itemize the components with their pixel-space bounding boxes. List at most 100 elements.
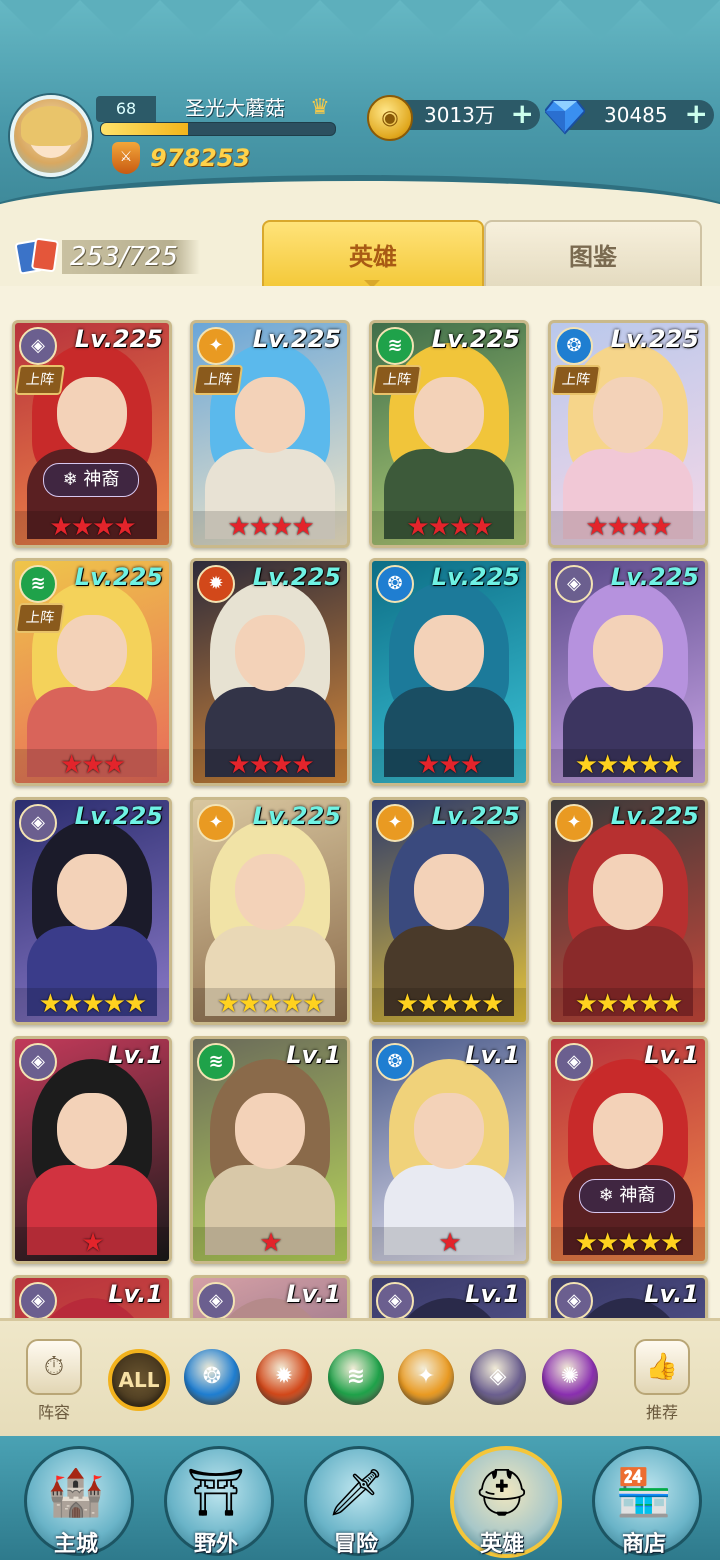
add-gold-button[interactable]: + <box>511 99 534 129</box>
element-nature-icon: ≋ <box>197 1043 235 1081</box>
star-icon: ★ <box>480 989 504 1019</box>
star-rating: ★★★ <box>372 751 526 779</box>
nav-castle[interactable]: 🏰 主城 <box>20 1444 134 1557</box>
hero-card[interactable]: ✦ Lv.225 ★★★★★ <box>548 797 708 1025</box>
star-icon: ★ <box>606 512 630 542</box>
star-icon: ★ <box>81 1228 104 1258</box>
star-rating: ★★★★ <box>372 513 526 541</box>
star-icon: ★ <box>102 989 126 1019</box>
star-icon: ★ <box>617 1228 640 1258</box>
hero-card[interactable]: ◈ Lv.225 ★★★★★ <box>12 797 172 1025</box>
hero-level: Lv.225 <box>252 325 341 353</box>
star-rating: ★★★★★ <box>551 751 705 779</box>
filter-all-button[interactable]: ALL <box>108 1349 170 1411</box>
hero-card[interactable]: ≋ Lv.1 ★ <box>190 1036 350 1264</box>
star-rating: ★★★★★ <box>372 990 526 1018</box>
nav-shop[interactable]: 🏪 商店 <box>588 1444 702 1557</box>
hero-card[interactable]: ◈ Lv.1 <box>369 1275 529 1318</box>
nav-portal[interactable]: ⛩ 野外 <box>160 1444 274 1557</box>
divine-badge: ❄ 神裔 <box>43 463 139 497</box>
star-icon: ★ <box>459 989 483 1019</box>
deployed-badge: 上阵 <box>15 365 66 395</box>
hero-level: Lv.1 <box>465 1041 520 1069</box>
star-icon: ★ <box>574 750 598 780</box>
star-icon: ★ <box>81 750 104 780</box>
filter-water-button[interactable]: ❂ <box>184 1349 240 1405</box>
hero-card[interactable]: ◈ Lv.1 <box>12 1275 172 1318</box>
filter-light-button[interactable]: ✦ <box>398 1349 454 1405</box>
hero-card[interactable]: ≋ Lv.225 上阵 ★★★ <box>12 558 172 786</box>
star-icon: ★ <box>92 512 115 542</box>
filter-fire-button[interactable]: ✹ <box>256 1349 312 1405</box>
xp-bar-fill <box>101 123 188 135</box>
star-rating: ★★★★ <box>15 513 169 541</box>
tab-heroes[interactable]: 英雄 <box>262 220 484 286</box>
star-rating: ★★★★★ <box>193 990 347 1018</box>
hero-level: Lv.225 <box>610 802 699 830</box>
hero-card[interactable]: ❂ Lv.225 上阵 ★★★★ <box>548 320 708 548</box>
recommend-label: 推荐 <box>645 1403 678 1422</box>
lineup-button[interactable]: ⏱ 阵容 <box>22 1339 86 1423</box>
hero-card[interactable]: ✹ Lv.225 ★★★★ <box>190 558 350 786</box>
star-icon: ★ <box>617 750 640 780</box>
add-diamond-button[interactable]: + <box>685 99 708 129</box>
player-avatar[interactable] <box>10 95 92 177</box>
diamond-amount: 30485 <box>604 103 668 127</box>
gold-amount: 3013万 <box>424 103 495 127</box>
element-light-icon: ✦ <box>555 804 593 842</box>
hero-level: Lv.225 <box>431 325 520 353</box>
filter-void-button[interactable]: ◈ <box>470 1349 526 1405</box>
element-void-icon: ◈ <box>376 1282 414 1318</box>
deployed-badge: 上阵 <box>193 365 244 395</box>
hero-card[interactable]: ✦ Lv.225 ★★★★★ <box>190 797 350 1025</box>
star-icon: ★ <box>259 989 282 1019</box>
star-icon: ★ <box>70 512 94 542</box>
combat-power: 978253 <box>150 144 251 172</box>
nav-label: 冒险 <box>333 1532 378 1557</box>
star-rating: ★★★ <box>15 751 169 779</box>
top-header: 68 圣光大蘑菇 ♛ ⚔ 978253 3013万 + ◉ 30485 + <box>0 0 720 215</box>
star-icon: ★ <box>459 750 483 780</box>
lineup-label: 阵容 <box>37 1403 70 1422</box>
star-rating: ★★★★ <box>193 751 347 779</box>
star-rating: ★ <box>193 1229 347 1257</box>
star-icon: ★ <box>291 512 314 542</box>
hero-level: Lv.225 <box>252 563 341 591</box>
hero-level: Lv.1 <box>108 1280 163 1308</box>
star-icon: ★ <box>227 512 250 542</box>
element-light-icon: ✦ <box>376 804 414 842</box>
hero-level: Lv.1 <box>286 1280 341 1308</box>
filter-shadow-button[interactable]: ✺ <box>542 1349 598 1405</box>
avatar-portrait <box>21 106 81 158</box>
element-fire-icon: ✹ <box>197 565 235 603</box>
deployed-badge: 上阵 <box>551 365 602 395</box>
nav-knight-helmet[interactable]: ⛑ 英雄 <box>446 1444 562 1558</box>
element-void-icon: ◈ <box>555 1282 593 1318</box>
filter-nature-button[interactable]: ≋ <box>328 1349 384 1405</box>
hero-card[interactable]: ❂ Lv.1 ★ <box>369 1036 529 1264</box>
tab-codex[interactable]: 图鉴 <box>484 220 702 286</box>
star-icon: ★ <box>649 512 672 542</box>
element-nature-icon: ≋ <box>19 565 57 603</box>
star-icon: ★ <box>417 750 440 780</box>
star-icon: ★ <box>449 512 472 542</box>
element-light-icon: ✦ <box>197 327 235 365</box>
hero-card[interactable]: ◈ Lv.1 <box>190 1275 350 1318</box>
nav-label: 商店 <box>621 1532 666 1557</box>
hero-card[interactable]: ◈ Lv.1 ❄ 神裔 ★★★★★ <box>548 1036 708 1264</box>
nav-sword[interactable]: 🗡 冒险 <box>300 1444 414 1557</box>
star-icon: ★ <box>227 750 250 780</box>
hero-card[interactable]: ✦ Lv.225 上阵 ★★★★ <box>190 320 350 548</box>
element-void-icon: ◈ <box>19 1043 57 1081</box>
recommend-button[interactable]: 👍 推荐 <box>630 1339 694 1423</box>
star-icon: ★ <box>280 989 304 1019</box>
hero-card[interactable]: ≋ Lv.225 上阵 ★★★★ <box>369 320 529 548</box>
hero-card[interactable]: ◈ Lv.225 ★★★★★ <box>548 558 708 786</box>
hero-card[interactable]: ❂ Lv.225 ★★★ <box>369 558 529 786</box>
hero-card[interactable]: ◈ Lv.1 <box>548 1275 708 1318</box>
hero-card[interactable]: ✦ Lv.225 ★★★★★ <box>369 797 529 1025</box>
hero-card[interactable]: ◈ Lv.1 ★ <box>12 1036 172 1264</box>
star-icon: ★ <box>216 989 240 1019</box>
hero-card[interactable]: ◈ Lv.225 上阵 ❄ 神裔 ★★★★ <box>12 320 172 548</box>
hero-level: Lv.225 <box>431 802 520 830</box>
